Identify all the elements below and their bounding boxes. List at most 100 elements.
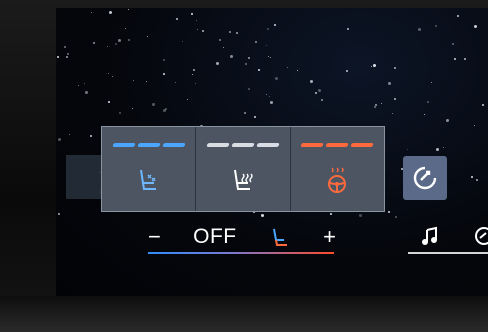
star-dot bbox=[454, 58, 457, 61]
star-dot bbox=[266, 94, 268, 96]
star-dot bbox=[435, 147, 439, 151]
star-dot bbox=[258, 69, 261, 72]
star-dot bbox=[320, 98, 323, 101]
star-dot bbox=[191, 74, 193, 76]
decrease-button[interactable]: − bbox=[148, 226, 161, 248]
heating-level-bars bbox=[206, 143, 280, 147]
star-dot bbox=[269, 101, 273, 105]
star-dot bbox=[329, 213, 332, 216]
star-dot bbox=[229, 30, 232, 33]
star-dot bbox=[89, 134, 92, 137]
star-dot bbox=[387, 211, 390, 214]
star-dot bbox=[297, 70, 299, 72]
star-dot bbox=[445, 118, 449, 122]
star-dot bbox=[107, 73, 109, 75]
star-dot bbox=[424, 114, 426, 116]
star-dot bbox=[181, 40, 183, 42]
star-dot bbox=[152, 102, 156, 106]
star-dot bbox=[218, 39, 221, 42]
star-dot bbox=[434, 25, 437, 28]
star-dot bbox=[63, 46, 66, 49]
star-dot bbox=[248, 87, 251, 90]
star-dot bbox=[286, 66, 288, 68]
star-dot bbox=[83, 82, 85, 84]
star-dot bbox=[474, 25, 478, 29]
star-dot bbox=[273, 24, 276, 27]
star-dot bbox=[223, 46, 225, 48]
seat-heating-tile[interactable] bbox=[196, 127, 291, 211]
navigation-icon[interactable] bbox=[474, 226, 488, 246]
star-dot bbox=[267, 56, 269, 58]
star-dot bbox=[275, 77, 279, 81]
star-dot bbox=[451, 43, 454, 46]
star-dot bbox=[68, 134, 70, 136]
star-dot bbox=[106, 45, 108, 47]
star-dot bbox=[163, 73, 166, 76]
screen-bottom-bezel bbox=[0, 296, 488, 332]
music-note-icon[interactable] bbox=[420, 226, 440, 246]
star-dot bbox=[127, 39, 130, 42]
star-dot bbox=[265, 45, 267, 46]
star-dot bbox=[247, 56, 250, 59]
steering-wheel-heating-icon bbox=[328, 167, 347, 193]
star-dot bbox=[442, 147, 444, 149]
seat-ventilation-tile[interactable] bbox=[102, 127, 197, 211]
star-dot bbox=[92, 42, 95, 45]
left-side-tab[interactable] bbox=[66, 155, 102, 199]
star-dot bbox=[192, 68, 195, 71]
star-dot bbox=[196, 19, 198, 21]
star-dot bbox=[187, 98, 189, 100]
climate-control-bar: − OFF + bbox=[148, 222, 336, 252]
climate-status-label[interactable]: OFF bbox=[193, 225, 237, 249]
seat-comfort-panel bbox=[101, 126, 385, 212]
star-dot bbox=[346, 28, 349, 31]
star-dot bbox=[417, 27, 421, 31]
star-dot bbox=[407, 148, 409, 150]
star-dot bbox=[125, 27, 127, 29]
star-dot bbox=[111, 76, 113, 78]
steering-wheel-heating-tile[interactable] bbox=[291, 127, 384, 211]
star-dot bbox=[427, 100, 430, 103]
star-dot bbox=[370, 65, 372, 67]
star-dot bbox=[393, 66, 396, 69]
star-dot bbox=[57, 213, 60, 216]
star-dot bbox=[381, 102, 383, 104]
star-dot bbox=[174, 82, 176, 84]
star-dot bbox=[145, 80, 147, 82]
increase-button[interactable]: + bbox=[323, 226, 336, 248]
star-dot bbox=[394, 98, 397, 101]
star-dot bbox=[202, 30, 205, 32]
seat-icon[interactable] bbox=[269, 226, 291, 248]
star-dot bbox=[267, 27, 270, 30]
star-dot bbox=[191, 12, 194, 15]
star-dot bbox=[345, 70, 348, 73]
star-dot bbox=[67, 52, 70, 55]
star-dot bbox=[162, 59, 165, 62]
star-dot bbox=[474, 124, 476, 126]
star-dot bbox=[456, 15, 459, 18]
star-dot bbox=[109, 11, 113, 15]
star-dot bbox=[117, 38, 121, 42]
star-dot bbox=[236, 32, 239, 35]
star-dot bbox=[374, 105, 377, 108]
star-dot bbox=[318, 88, 322, 92]
drive-mode-button[interactable] bbox=[403, 156, 447, 200]
seat-heating-icon bbox=[233, 169, 253, 190]
star-dot bbox=[84, 91, 88, 95]
star-dot bbox=[254, 40, 257, 43]
star-dot bbox=[131, 107, 133, 109]
star-dot bbox=[78, 85, 80, 87]
star-dot bbox=[253, 116, 256, 119]
star-dot bbox=[162, 109, 166, 113]
star-dot bbox=[132, 80, 134, 82]
star-dot bbox=[481, 103, 484, 106]
star-dot bbox=[197, 29, 199, 31]
star-dot bbox=[476, 179, 479, 182]
star-dot bbox=[57, 55, 60, 58]
wheel-heating-level-bars bbox=[300, 143, 375, 147]
star-dot bbox=[261, 213, 265, 217]
star-dot bbox=[315, 92, 318, 95]
star-dot bbox=[394, 216, 397, 219]
ventilation-level-bars bbox=[111, 143, 186, 147]
star-dot bbox=[388, 81, 392, 85]
